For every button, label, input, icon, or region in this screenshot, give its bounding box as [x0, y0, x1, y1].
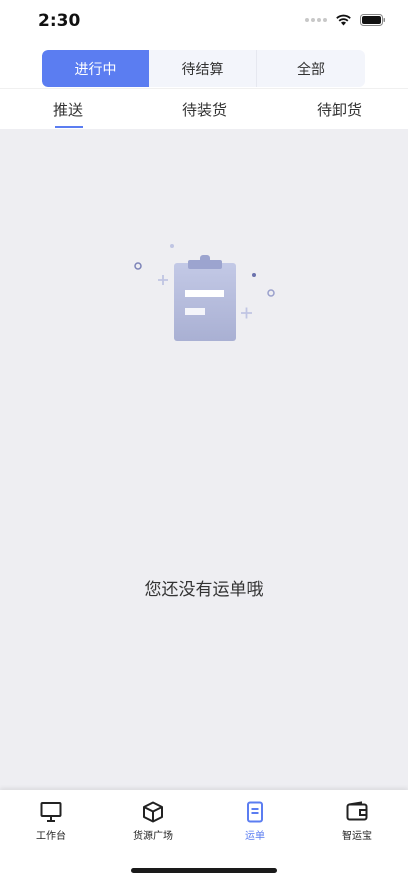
- tabbar-label: 货源广场: [133, 831, 173, 842]
- wifi-icon: [336, 14, 351, 26]
- monitor-icon: [40, 802, 62, 822]
- segment-pending-settlement[interactable]: 待结算: [149, 50, 257, 87]
- empty-state-message: 您还没有运单哦: [144, 580, 264, 600]
- box-icon: [143, 801, 163, 823]
- tab-pending-unloading[interactable]: 待卸货: [317, 99, 362, 120]
- tabbar-label: 智运宝: [342, 831, 372, 842]
- tab-pending-loading[interactable]: 待装货: [182, 99, 227, 120]
- tab-active-indicator: [55, 126, 83, 128]
- tabbar-zhiyunbao[interactable]: 智运宝: [317, 800, 397, 842]
- status-bar: 2:30: [0, 0, 408, 46]
- order-status-segment: 进行中 待结算 全部: [42, 50, 365, 87]
- tabbar-label: 工作台: [36, 831, 66, 842]
- tabbar-label: 运单: [245, 831, 265, 842]
- tabbar-cargo-square[interactable]: 货源广场: [113, 800, 193, 842]
- segment-in-progress[interactable]: 进行中: [42, 50, 149, 87]
- wallet-icon: [346, 801, 368, 821]
- clipboard-icon: [134, 244, 275, 341]
- tab-push[interactable]: 推送: [53, 99, 83, 120]
- signal-icon: [305, 18, 327, 22]
- segment-all[interactable]: 全部: [257, 50, 365, 87]
- battery-icon: [360, 14, 385, 26]
- status-time: 2:30: [38, 11, 81, 31]
- tabbar-waybill[interactable]: 运单: [215, 800, 295, 842]
- tabbar-workbench[interactable]: 工作台: [11, 800, 91, 842]
- home-indicator[interactable]: [131, 868, 277, 873]
- document-icon: [247, 801, 263, 823]
- order-tabs: 推送 待装货 待卸货: [0, 88, 408, 129]
- status-icons: [305, 14, 386, 26]
- order-status-segment-area: 进行中 待结算 全部: [0, 46, 408, 88]
